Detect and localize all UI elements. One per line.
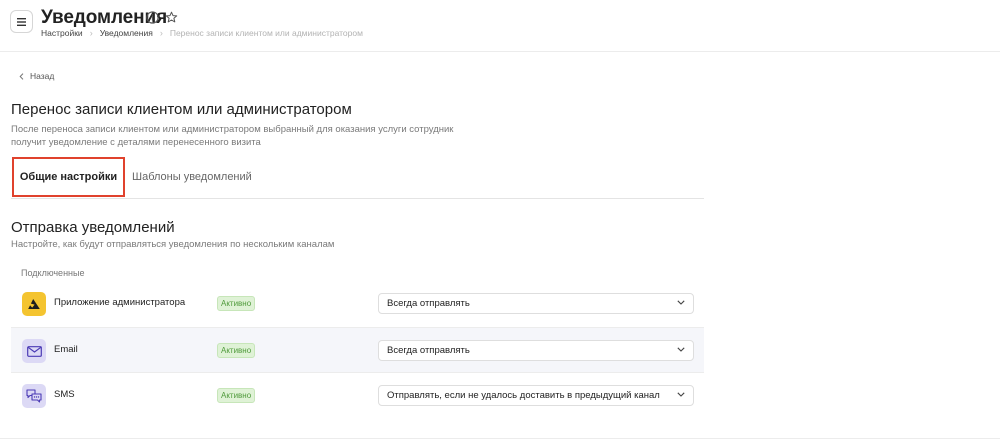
send-mode-value: Отправлять, если не удалось доставить в …: [387, 390, 660, 401]
section-title: Перенос записи клиентом или администрато…: [11, 101, 352, 118]
connected-group-label: Подключенные: [21, 268, 85, 278]
chevron-down-icon: [677, 300, 685, 305]
tab-notification-templates[interactable]: Шаблоны уведомлений: [132, 157, 252, 197]
channel-name: Email: [54, 344, 78, 355]
send-mode-select[interactable]: Всегда отправлять: [378, 293, 694, 314]
channel-name: SMS: [54, 389, 75, 400]
send-mode-select[interactable]: Отправлять, если не удалось доставить в …: [378, 385, 694, 406]
send-mode-value: Всегда отправлять: [387, 298, 470, 309]
admin-app-icon: [22, 292, 46, 316]
star-icon[interactable]: [165, 11, 178, 24]
status-badge: Активно: [217, 296, 256, 311]
channel-row-sms: SMS Активно Отправлять, если не удалось …: [11, 373, 704, 419]
info-icon[interactable]: [146, 11, 159, 24]
menu-button[interactable]: [10, 10, 33, 33]
breadcrumb-item-current: Перенос записи клиентом или администрато…: [169, 28, 363, 38]
status-badge: Активно: [217, 343, 256, 358]
breadcrumb-item-settings[interactable]: Настройки: [41, 28, 83, 38]
envelope-icon: [22, 339, 46, 363]
send-mode-select[interactable]: Всегда отправлять: [378, 340, 694, 361]
chevron-down-icon: [677, 347, 685, 352]
top-bar: Уведомления Настройки › Уведомления › Пе…: [0, 0, 1000, 52]
divider: [0, 438, 1000, 439]
tab-general-settings[interactable]: Общие настройки: [12, 157, 125, 197]
chat-bubbles-icon: [22, 384, 46, 408]
chevron-left-icon: [19, 72, 24, 80]
send-mode-value: Всегда отправлять: [387, 345, 470, 356]
sending-description: Настройте, как будут отправляться уведом…: [11, 239, 335, 250]
breadcrumb: Настройки › Уведомления › Перенос записи…: [41, 28, 363, 38]
back-link[interactable]: Назад: [19, 71, 54, 81]
breadcrumb-item-notifications[interactable]: Уведомления: [100, 28, 153, 38]
hamburger-icon: [17, 17, 26, 26]
chevron-down-icon: [677, 392, 685, 397]
channel-row-admin-app: Приложение администратора Активно Всегда…: [11, 281, 704, 327]
back-label: Назад: [30, 71, 55, 81]
tabs: Общие настройки Шаблоны уведомлений: [11, 157, 704, 199]
chevron-right-icon: ›: [89, 28, 93, 38]
status-badge: Активно: [217, 388, 256, 403]
section-description: После переноса записи клиентом или админ…: [11, 124, 454, 148]
chevron-right-icon: ›: [159, 28, 163, 38]
sending-title: Отправка уведомлений: [11, 219, 175, 236]
channel-row-email: Email Активно Всегда отправлять: [11, 327, 704, 373]
channel-name: Приложение администратора: [54, 297, 186, 308]
